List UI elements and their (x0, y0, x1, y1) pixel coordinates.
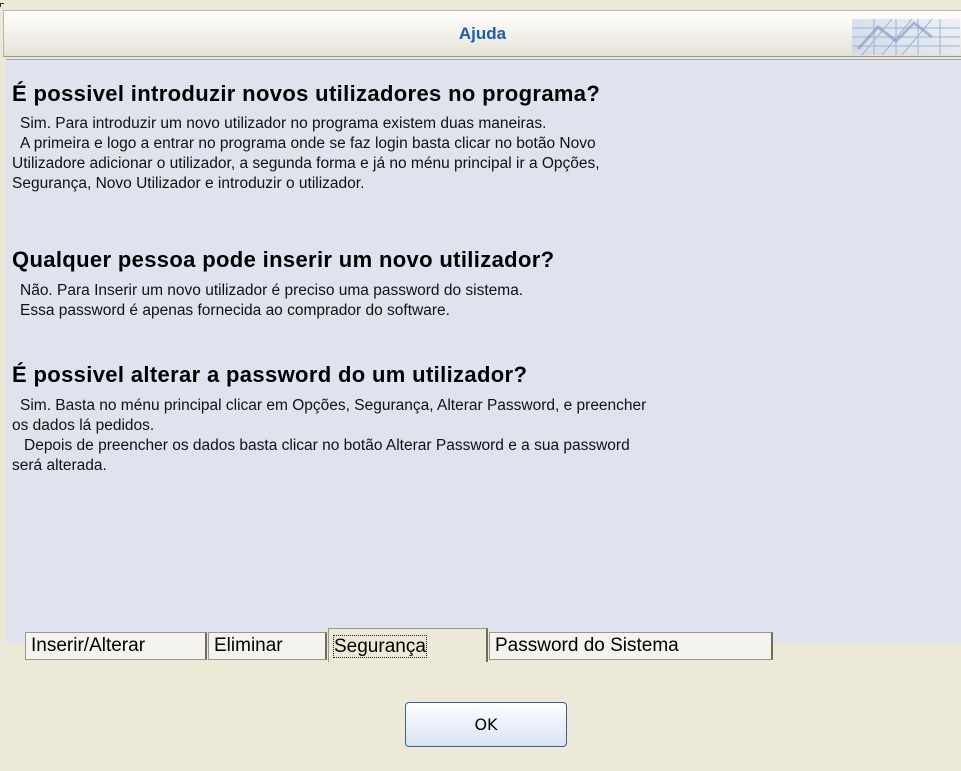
faq-question: É possivel alterar a password do um util… (12, 362, 528, 387)
grid-decoration-icon (852, 19, 960, 55)
faq-question: Qualquer pessoa pode inserir um novo uti… (12, 247, 555, 272)
help-content-panel: É possivel introduzir novos utilizadores… (6, 59, 961, 643)
answer-line: Segurança, Novo Utilizador e introduzir … (12, 175, 365, 192)
tab-inserir-alterar[interactable]: Inserir/Alterar (25, 632, 207, 660)
tab-label: Inserir/Alterar (31, 635, 146, 656)
tab-eliminar[interactable]: Eliminar (208, 632, 327, 660)
tab-label: Eliminar (214, 635, 283, 656)
ok-button[interactable]: OK (405, 702, 567, 747)
answer-line: Depois de preencher os dados basta clica… (24, 437, 630, 454)
answer-line: será alterada. (12, 457, 107, 474)
answer-line: Utilizadore adicionar o utilizador, a se… (12, 155, 600, 172)
tab-label: Segurança (333, 635, 427, 658)
faq-item: É possivel introduzir novos utilizadores… (12, 81, 951, 194)
faq-item: É possivel alterar a password do um util… (12, 362, 951, 476)
answer-line: Sim. Para introduzir um novo utilizador … (20, 115, 547, 132)
answer-line: os dados lá pedidos. (12, 417, 155, 434)
answer-line: Não. Para Inserir um novo utilizador é p… (20, 282, 524, 299)
answer-line: A primeira e logo a entrar no programa o… (20, 135, 596, 152)
window-corner-mark (0, 3, 4, 7)
window-title: Ajuda (458, 24, 507, 43)
tab-label: Password do Sistema (495, 635, 679, 656)
title-bar[interactable]: Ajuda (3, 10, 961, 57)
answer-line: Sim. Basta no ménu principal clicar em O… (20, 397, 647, 414)
tab-password-do-sistema[interactable]: Password do Sistema (489, 632, 773, 660)
faq-answer: Sim. Basta no ménu principal clicar em O… (12, 396, 951, 476)
faq-question: É possivel introduzir novos utilizadores… (12, 81, 601, 106)
tab-seguranca[interactable]: Segurança (328, 628, 488, 662)
answer-line: Essa password é apenas fornecida ao comp… (20, 302, 450, 319)
faq-item: Qualquer pessoa pode inserir um novo uti… (12, 247, 951, 321)
faq-answer: Sim. Para introduzir um novo utilizador … (12, 114, 951, 194)
faq-answer: Não. Para Inserir um novo utilizador é p… (12, 281, 951, 321)
